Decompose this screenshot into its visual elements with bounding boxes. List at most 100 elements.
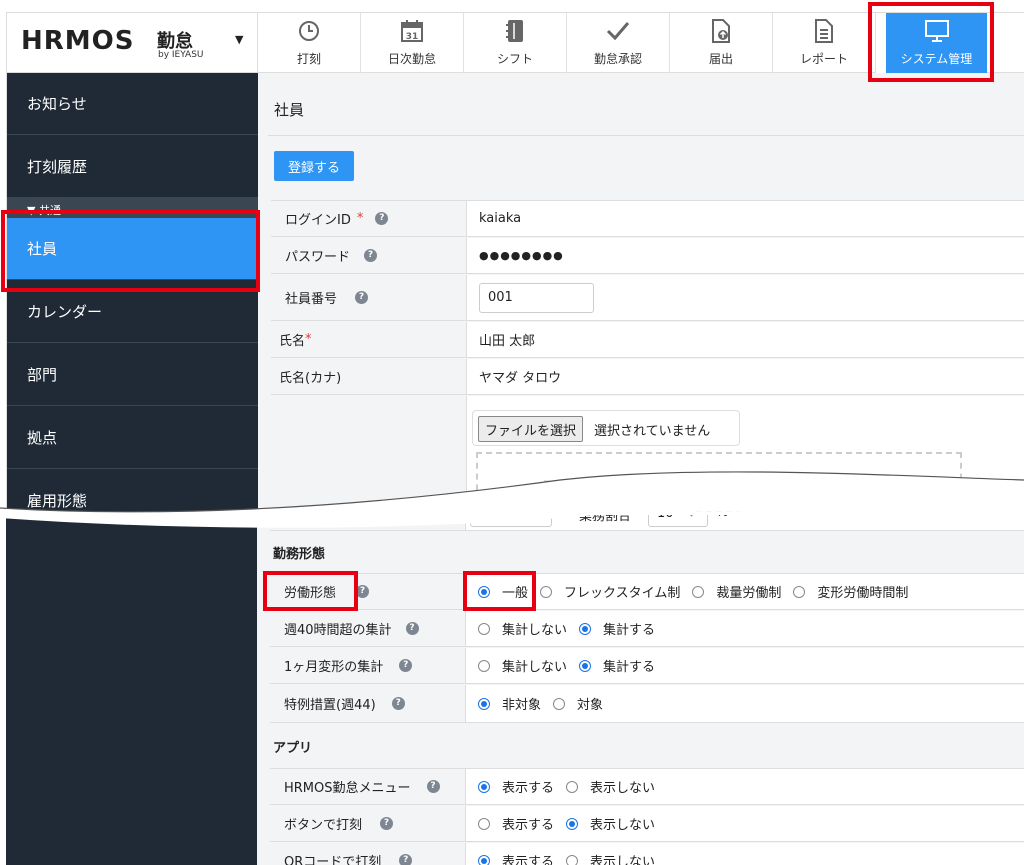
radio-option[interactable]: 集計しない [478, 656, 567, 675]
nav-label: 打刻 [296, 52, 321, 66]
sidebar-item-department[interactable]: 部門 [7, 344, 258, 406]
label-text: 週40時間超の集計 [284, 623, 392, 638]
choose-file-button[interactable]: ファイルを選択 [478, 416, 584, 442]
help-icon[interactable]: ? [391, 697, 405, 710]
radio-option[interactable]: フレックスタイム制 [540, 582, 680, 601]
highlight-general [463, 571, 536, 611]
radio-selected[interactable] [478, 697, 490, 710]
login-id-value[interactable]: kaiaka [467, 201, 1024, 236]
help-icon[interactable]: ? [399, 854, 413, 865]
radio-unselected[interactable] [566, 854, 579, 865]
option-label: 非対象 [502, 698, 542, 713]
input-value: 001 [488, 290, 513, 305]
row-qr-punch: QRコードで打刻? 表示する 表示しない [270, 843, 1024, 865]
required-mark: * [305, 332, 312, 347]
radio-option[interactable]: 表示しない [566, 777, 655, 796]
sidebar-item-punch-history[interactable]: 打刻履歴 [7, 136, 258, 198]
label-text: ログインID [285, 213, 351, 228]
nav-item-daily[interactable]: 31 日次勤怠 [361, 13, 464, 73]
help-icon[interactable]: ? [399, 659, 413, 672]
sidebar-continued [6, 515, 257, 865]
field-label: ボタンで打刻? [270, 806, 466, 841]
employee-number-input[interactable]: 001 [479, 282, 594, 313]
sidebar-item-label: 部門 [27, 366, 58, 384]
help-icon[interactable]: ? [364, 249, 378, 262]
radio-unselected[interactable] [553, 697, 566, 710]
label-text: パスワード [285, 250, 351, 265]
radio-selected[interactable] [579, 622, 592, 635]
radio-option[interactable]: 表示しない [566, 814, 655, 833]
row-employee-number: 社員番号? 001 [271, 275, 1024, 321]
nav-item-report[interactable]: レポート [773, 13, 876, 73]
radio-option[interactable]: 表示する [478, 814, 554, 833]
radio-option[interactable]: 集計する [579, 619, 655, 638]
help-icon[interactable]: ? [380, 817, 394, 830]
radio-unselected[interactable] [478, 817, 490, 830]
upload-document-icon [670, 19, 772, 43]
radio-unselected[interactable] [566, 780, 579, 793]
sidebar-item-label: 打刻履歴 [27, 158, 88, 176]
help-icon[interactable]: ? [375, 212, 389, 225]
radio-unselected[interactable] [478, 659, 490, 672]
row-app-menu: HRMOS勤怠メニュー? 表示する 表示しない [270, 769, 1024, 805]
sidebar-item-location[interactable]: 拠点 [7, 407, 258, 469]
field-label: 1ヶ月変形の集計? [270, 648, 466, 683]
radio-selected[interactable] [566, 817, 579, 830]
row-labor-type: 労働形態? 一般 フレックスタイム制 裁量労働制 変形労働時間制 [270, 574, 1024, 610]
help-icon[interactable]: ? [405, 622, 419, 635]
highlight-employee [1, 210, 260, 292]
calendar-icon: 31 [361, 19, 463, 43]
field-label: QRコードで打刻? [270, 843, 466, 865]
monthly-variable-options: 集計しない 集計する [466, 648, 1024, 683]
radio-option[interactable]: 表示する [478, 777, 554, 796]
radio-selected[interactable] [478, 854, 490, 865]
nav-item-shift[interactable]: シフト [464, 13, 567, 73]
field-label: HRMOS勤怠メニュー? [270, 769, 466, 804]
caret-down-icon[interactable]: ▼ [235, 33, 243, 46]
button-punch-options: 表示する 表示しない [466, 806, 1024, 841]
radio-selected[interactable] [478, 780, 490, 793]
name-value[interactable]: 山田 太郎 [467, 322, 1024, 357]
logo-area[interactable]: HRMOS 勤怠 by IEYASU ▼ [7, 13, 258, 73]
field-label: 特例措置(週44)? [270, 685, 466, 722]
radio-unselected[interactable] [692, 585, 705, 598]
sidebar-item-notice[interactable]: お知らせ [7, 73, 258, 135]
app-menu-options: 表示する 表示しない [466, 769, 1024, 804]
radio-option[interactable]: 変形労働時間制 [793, 582, 908, 601]
field-label: ログインID *? [271, 201, 467, 236]
option-label: 対象 [577, 698, 604, 713]
checkmark-icon [567, 19, 669, 43]
radio-selected[interactable] [579, 659, 592, 672]
help-icon[interactable]: ? [426, 780, 440, 793]
logo-text: HRMOS [21, 26, 135, 56]
qr-punch-options: 表示する 表示しない [466, 843, 1024, 865]
name-kana-value[interactable]: ヤマダ タロウ [467, 359, 1024, 394]
radio-unselected[interactable] [478, 622, 490, 635]
nav-item-request[interactable]: 届出 [670, 13, 773, 73]
radio-option[interactable]: 表示しない [566, 851, 655, 865]
field-label: 社員番号? [271, 275, 467, 320]
calendar-day: 31 [406, 32, 419, 42]
row-weekly-40h: 週40時間超の集計? 集計しない 集計する [270, 611, 1024, 647]
help-icon[interactable]: ? [355, 291, 369, 304]
nav-label: 勤怠承認 [593, 52, 642, 66]
nav-item-punch[interactable]: 打刻 [258, 13, 361, 73]
radio-option[interactable]: 非対象 [478, 694, 541, 713]
radio-option[interactable]: 裁量労働制 [692, 582, 781, 601]
radio-option[interactable]: 対象 [553, 694, 603, 713]
register-button[interactable]: 登録する [274, 151, 354, 181]
radio-unselected[interactable] [540, 585, 553, 598]
field-label: 週40時間超の集計? [270, 611, 466, 646]
radio-option[interactable]: 集計する [579, 656, 655, 675]
radio-option[interactable]: 表示する [478, 851, 554, 865]
file-status: 選択されていません [594, 424, 711, 439]
nav-item-approval[interactable]: 勤怠承認 [567, 13, 670, 73]
sidebar-item-label: お知らせ [27, 95, 87, 113]
radio-option[interactable]: 集計しない [478, 619, 567, 638]
option-label: 変形労働時間制 [817, 586, 909, 601]
label-text: 氏名 [279, 334, 306, 349]
radio-unselected[interactable] [793, 585, 806, 598]
page-break-wave [0, 471, 1024, 530]
password-value[interactable]: ●●●●●●●● [467, 238, 1024, 273]
employee-number-cell: 001 [467, 275, 1024, 320]
